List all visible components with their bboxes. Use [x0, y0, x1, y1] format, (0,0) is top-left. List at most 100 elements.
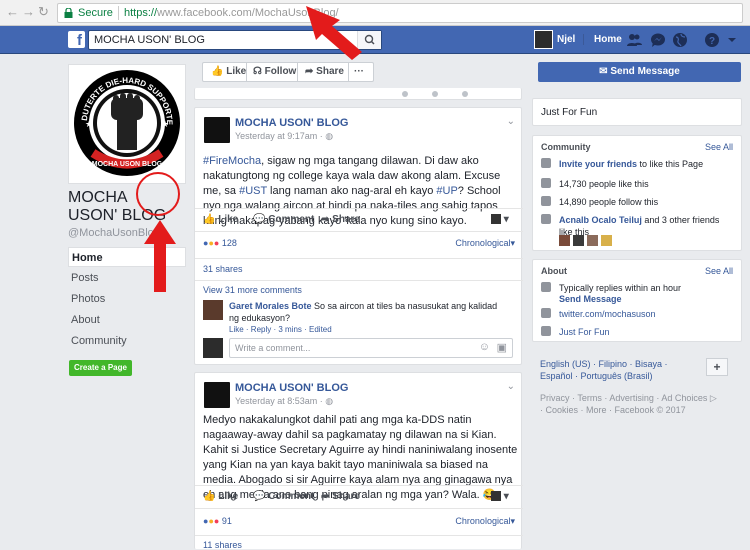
post-like-button[interactable]: 👍 Like — [203, 214, 238, 225]
commenter-name[interactable]: Garet Morales Bote — [229, 301, 312, 311]
friend-avatars — [559, 235, 613, 249]
back-icon[interactable]: ← — [6, 5, 19, 19]
forward-icon[interactable]: → — [22, 5, 35, 19]
comment-order-select[interactable]: Chronological▾ — [455, 516, 515, 527]
divider — [195, 280, 523, 281]
help-icon[interactable]: ? — [704, 32, 720, 48]
category-link[interactable]: Just For Fun — [559, 326, 610, 338]
community-see-all-link[interactable]: See All — [705, 142, 733, 152]
account-menu-chevron-icon[interactable] — [724, 32, 740, 48]
messenger-icon — [541, 282, 551, 292]
post-comment-button[interactable]: 💬 Comment — [253, 491, 314, 502]
friend-requests-icon[interactable] — [626, 32, 642, 48]
language-links[interactable]: English (US) · Filipino · Bisaya · Españ… — [540, 358, 700, 382]
post-card: MOCHA USON' BLOG Yesterday at 9:17am · ◍… — [194, 107, 523, 365]
add-language-button[interactable]: + — [706, 358, 728, 376]
post-share-button[interactable]: ➦ Share — [321, 491, 360, 502]
viewer-avatar — [491, 491, 501, 502]
comment-meta[interactable]: Like · Reply · 3 mins · Edited — [229, 325, 332, 334]
about-see-all-link[interactable]: See All — [705, 266, 733, 276]
facebook-logo-icon[interactable]: f — [68, 31, 85, 49]
hashtag-link[interactable]: #UP — [436, 185, 457, 197]
post-author-avatar[interactable] — [204, 382, 230, 408]
attach-photo-icon[interactable]: ▣ — [497, 341, 507, 354]
comment-body: Garet Morales Bote So sa aircon at tiles… — [229, 300, 509, 324]
page-profile-picture[interactable]: ★ ★ DUTERTE DIE-HARD SUPPORTERS MOCHA US… — [66, 58, 186, 184]
friend-avatar[interactable] — [601, 235, 613, 246]
post-author-avatar[interactable] — [204, 117, 230, 143]
comment-order-label: Chronological — [455, 238, 511, 248]
post-share-button[interactable]: ➦ Share — [321, 214, 360, 225]
page-share-button[interactable]: ➦ Share — [305, 66, 344, 77]
reaction-love-icon: ● — [213, 238, 220, 248]
invite-friends-link[interactable]: Invite your friends — [559, 159, 637, 169]
footer-links[interactable]: Privacy · Terms · Advertising · Ad Choic… — [540, 392, 720, 416]
friends-icon — [541, 214, 551, 224]
about-title: About — [541, 266, 567, 276]
page-category-box: Just For Fun — [532, 98, 742, 126]
post-timestamp[interactable]: Yesterday at 8:53am · ◍ — [235, 396, 333, 407]
post-viewer-avatar[interactable]: ▾ — [491, 214, 509, 225]
friend-avatar[interactable] — [559, 235, 570, 246]
page-logo-image: ★ ★ DUTERTE DIE-HARD SUPPORTERS MOCHA US… — [66, 58, 180, 176]
post-comment-label: Comment — [268, 214, 315, 225]
post-comment-button[interactable]: 💬 Comment — [253, 214, 314, 225]
thumbs-up-icon: 👍 — [203, 491, 216, 502]
svg-text:?: ? — [709, 36, 715, 47]
comment-order-select[interactable]: Chronological▾ — [455, 238, 515, 249]
post-timestamp[interactable]: Yesterday at 9:17am · ◍ — [235, 131, 333, 142]
post-reactions[interactable]: ●●● 91 — [203, 516, 232, 526]
post-author-name[interactable]: MOCHA USON' BLOG — [235, 117, 348, 129]
invite-friends-item: Invite your friends to like this Page — [559, 158, 703, 170]
search-value: MOCHA USON' BLOG — [94, 34, 205, 46]
notifications-globe-icon[interactable] — [672, 32, 688, 48]
commenter-avatar[interactable] — [203, 300, 223, 320]
page-like-label: Like — [226, 66, 247, 77]
post-like-button[interactable]: 👍 Like — [203, 491, 238, 502]
lock-icon — [64, 8, 73, 18]
about-send-message-link[interactable]: Send Message — [559, 293, 622, 305]
likes-icon — [541, 178, 551, 188]
page-more-button[interactable]: ··· — [354, 66, 364, 77]
likes-count: 14,730 people like this — [559, 179, 649, 189]
secure-label: Secure — [78, 7, 113, 19]
user-avatar[interactable] — [534, 30, 553, 49]
hashtag-link[interactable]: #UST — [239, 185, 267, 197]
send-message-button[interactable]: ✉ Send Message — [538, 62, 741, 82]
nav-community[interactable]: Community — [68, 331, 186, 351]
action-divider — [348, 63, 349, 81]
comment-input[interactable]: Write a comment... ☺ ▣ — [229, 338, 513, 358]
comment-placeholder: Write a comment... — [235, 343, 311, 353]
post-viewer-avatar[interactable]: ▾ — [491, 491, 509, 502]
invite-icon — [541, 158, 551, 168]
post-reactions[interactable]: ●●● 128 — [203, 238, 237, 248]
post-like-label: Like — [218, 214, 239, 225]
emoji-icon[interactable]: ☺ — [479, 341, 490, 353]
post-author-name[interactable]: MOCHA USON' BLOG — [235, 382, 348, 394]
friend-name-link[interactable]: Acnalb Ocalo Teiluj — [559, 215, 642, 225]
address-bar[interactable]: Secure https://www.facebook.com/MochaUso… — [57, 3, 743, 23]
send-message-label: Send Message — [610, 66, 680, 77]
post-card: MOCHA USON' BLOG Yesterday at 8:53am · ◍… — [194, 372, 523, 550]
hashtag-link[interactable]: #FireMocha — [203, 155, 261, 167]
messages-icon[interactable] — [650, 32, 666, 48]
post-options-chevron-icon[interactable]: ⌄ — [507, 116, 515, 127]
user-name[interactable]: Njel — [557, 34, 575, 45]
page-follow-button[interactable]: ☊ Follow — [253, 66, 296, 77]
view-more-comments-link[interactable]: View 31 more comments — [203, 285, 302, 295]
share-arrow-icon: ➦ — [305, 66, 314, 77]
friend-avatar[interactable] — [587, 235, 599, 246]
create-page-button[interactable]: Create a Page — [69, 360, 132, 376]
share-arrow-icon: ➦ — [321, 214, 330, 225]
thumbs-up-icon: 👍 — [211, 66, 224, 77]
reload-icon[interactable]: ↻ — [38, 5, 49, 19]
twitter-link[interactable]: twitter.com/mochasuson — [559, 308, 656, 320]
friend-avatar[interactable] — [573, 235, 585, 246]
invite-rest-text: to like this Page — [637, 159, 704, 169]
red-annotation-up-arrow-icon — [144, 220, 176, 292]
post-share-count[interactable]: 31 shares — [203, 264, 243, 274]
nav-about[interactable]: About — [68, 310, 186, 330]
home-link[interactable]: Home — [583, 34, 622, 45]
page-like-button[interactable]: 👍 Like — [211, 66, 246, 77]
post-options-chevron-icon[interactable]: ⌄ — [507, 381, 515, 392]
